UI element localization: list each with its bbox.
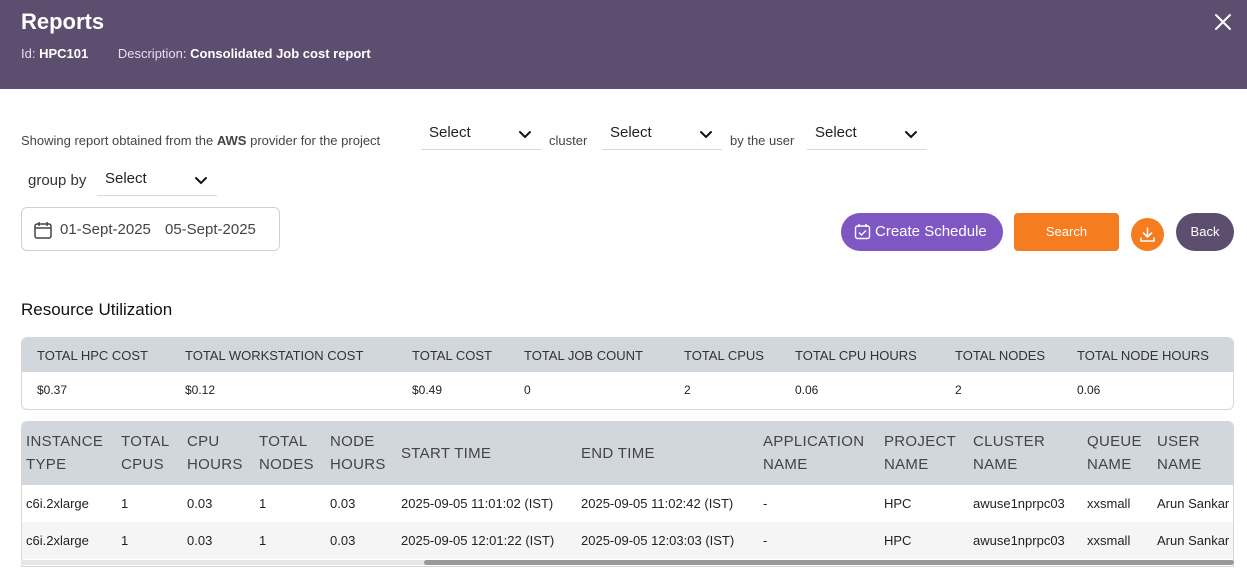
table-cell: -: [763, 533, 768, 548]
group-by-select[interactable]: Select: [97, 164, 217, 196]
report-header: Reports Id: HPC101 Description: Consolid…: [0, 0, 1247, 89]
chevron-down-icon: [700, 131, 712, 139]
table-cell: Arun Sankar: [1157, 496, 1230, 511]
table-header-cell: USER NAME: [1157, 433, 1202, 473]
summary-header-cell: TOTAL NODE HOURS: [1077, 348, 1209, 363]
cluster-select-value: Select: [610, 124, 652, 141]
table-cell: 2025-09-05 12:01:22 (IST): [401, 533, 555, 548]
summary-header-cell: TOTAL CPU HOURS: [795, 348, 917, 363]
summary-header-cell: TOTAL HPC COST: [37, 348, 148, 363]
summary-value-cell: 0: [524, 383, 531, 397]
table-row[interactable]: c6i.2xlarge 1 0.03 1 0.03 2025-09-05 12:01:22…: [22, 522, 1233, 559]
summary-header-cell: TOTAL JOB COUNT: [524, 348, 643, 363]
table-header-cell: TOTAL NODES: [259, 433, 314, 473]
filter-text-cluster: cluster: [549, 133, 588, 148]
summary-header-cell: TOTAL CPUS: [684, 348, 764, 363]
calendar-icon: [34, 222, 52, 239]
jobs-table: INSTANCE TYPE TOTAL CPUS CPU HOURS TOTAL NODES N…: [21, 421, 1234, 567]
section-title: Resource Utilization: [21, 300, 173, 319]
date-range-end: 05-Sept-2025: [165, 221, 256, 238]
table-cell: 2025-09-05 11:02:42 (IST): [581, 496, 734, 511]
horizontal-scrollbar[interactable]: [21, 560, 1234, 565]
summary-header-cell: TOTAL NODES: [955, 348, 1046, 363]
table-cell: c6i.2xlarge: [26, 496, 89, 511]
table-cell: 1: [121, 533, 129, 548]
table-cell: 1: [121, 496, 129, 511]
table-cell: -: [763, 496, 768, 511]
user-select[interactable]: Select: [807, 118, 927, 150]
back-button[interactable]: Back: [1176, 213, 1234, 251]
table-header-cell: CPU HOURS: [187, 433, 243, 473]
filter-text-prefix: Showing report obtained from the AWS pro…: [21, 133, 381, 148]
table-row[interactable]: c6i.2xlarge 1 0.03 1 0.03 2025-09-05 11:01:02…: [22, 485, 1233, 522]
table-cell: 0.03: [187, 533, 213, 548]
calendar-check-icon: [854, 224, 871, 240]
download-icon: [1140, 227, 1155, 242]
table-cell: 1: [259, 533, 267, 548]
chevron-down-icon: [905, 131, 917, 139]
table-cell: 2025-09-05 12:03:03 (IST): [581, 533, 735, 548]
chevron-down-icon: [195, 177, 207, 185]
report-meta: Id: HPC101 Description: Consolidated Job…: [21, 46, 371, 61]
summary-header-cell: TOTAL WORKSTATION COST: [185, 348, 364, 363]
table-cell: HPC: [884, 496, 912, 511]
table-header-cell: INSTANCE TYPE: [26, 433, 104, 473]
summary-value-cell: 0.06: [795, 383, 819, 397]
table-cell: 0.03: [330, 496, 356, 511]
table-cell: xxsmall: [1087, 496, 1131, 511]
summary-value-cell: $0.12: [185, 383, 216, 397]
summary-value-cell: 2: [684, 383, 691, 397]
table-cell: HPC: [884, 533, 912, 548]
group-by-select-value: Select: [105, 170, 147, 187]
group-by-label: group by: [28, 172, 87, 189]
description-value: Consolidated Job cost report: [190, 46, 371, 61]
summary-value-cell: 0.06: [1077, 383, 1101, 397]
table-cell: awuse1nprpc03: [973, 533, 1065, 548]
table-cell: awuse1nprpc03: [973, 496, 1065, 511]
filter-text-user: by the user: [730, 133, 795, 148]
scrollbar-thumb[interactable]: [424, 560, 1234, 565]
id-label: Id:: [21, 46, 36, 61]
id-value: HPC101: [39, 46, 89, 61]
summary-header-cell: TOTAL COST: [412, 348, 492, 363]
table-cell: xxsmall: [1087, 533, 1131, 548]
create-schedule-label: Create Schedule: [875, 223, 987, 240]
summary-value-cell: 2: [955, 383, 962, 397]
table-cell: 1: [259, 496, 267, 511]
table-header-cell: QUEUE NAME: [1087, 433, 1142, 473]
table-cell: 0.03: [187, 496, 213, 511]
search-button[interactable]: Search: [1014, 213, 1119, 251]
table-header-cell: PROJECT NAME: [884, 433, 957, 473]
table-cell: 0.03: [330, 533, 356, 548]
date-range-start: 01-Sept-2025: [60, 221, 151, 238]
chevron-down-icon: [519, 131, 531, 139]
project-select[interactable]: Select: [421, 118, 541, 150]
date-range-picker[interactable]: 01-Sept-2025 05-Sept-2025: [21, 207, 280, 251]
create-schedule-button[interactable]: Create Schedule: [841, 213, 1003, 251]
close-icon[interactable]: [1212, 11, 1234, 33]
cluster-select[interactable]: Select: [602, 118, 722, 150]
table-header-cell: NODE HOURS: [330, 433, 386, 473]
table-cell: Arun Sankar: [1157, 533, 1230, 548]
table-header-cell: TOTAL CPUS: [121, 433, 170, 473]
table-cell: c6i.2xlarge: [26, 533, 89, 548]
resource-summary-table: TOTAL HPC COST TOTAL WORKSTATION COST TO…: [21, 337, 1234, 410]
table-header-cell: CLUSTER NAME: [973, 433, 1046, 473]
description-label: Description:: [117, 46, 187, 61]
table-header-cell: APPLICATION NAME: [763, 433, 865, 473]
download-button[interactable]: [1131, 218, 1164, 251]
summary-value-cell: $0.49: [412, 383, 443, 397]
provider-name: AWS: [216, 133, 247, 148]
table-header-cell: END TIME: [581, 445, 655, 462]
page-title: Reports: [21, 9, 105, 34]
table-cell: 2025-09-05 11:01:02 (IST): [401, 496, 554, 511]
summary-value-cell: $0.37: [37, 383, 68, 397]
project-select-value: Select: [429, 124, 471, 141]
table-header-cell: START TIME: [401, 445, 492, 462]
user-select-value: Select: [815, 124, 857, 141]
